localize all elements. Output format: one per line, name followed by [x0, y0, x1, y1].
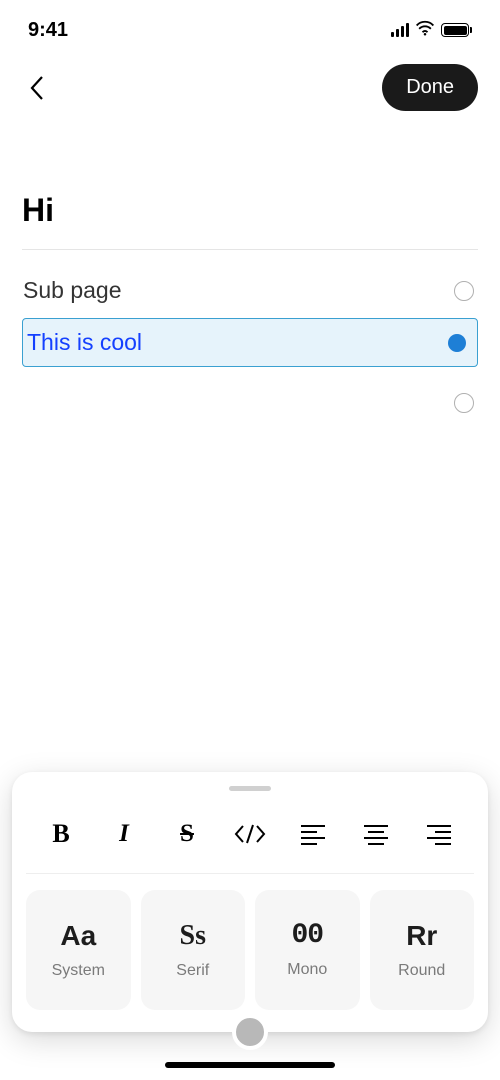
battery-icon [441, 23, 472, 37]
status-bar: 9:41 [0, 0, 500, 50]
home-indicator[interactable] [165, 1062, 335, 1068]
align-left-button[interactable] [290, 817, 336, 851]
list-item-label: Sub page [23, 277, 121, 304]
back-button[interactable] [22, 73, 52, 103]
strikethrough-button[interactable]: S [164, 817, 210, 851]
align-center-button[interactable] [353, 817, 399, 851]
radio-unchecked-icon[interactable] [454, 393, 474, 413]
cellular-icon [391, 23, 410, 37]
font-sample: Aa [60, 920, 96, 952]
format-toolbar: B I S [26, 805, 474, 874]
list-item-empty[interactable] [22, 377, 478, 413]
font-sample: Ss [180, 920, 206, 952]
status-time: 9:41 [28, 19, 68, 42]
status-icons [391, 20, 473, 41]
font-grid: Aa System Ss Serif 00 Mono Rr Round [26, 874, 474, 1010]
code-button[interactable] [227, 817, 273, 851]
drag-handle[interactable] [229, 786, 271, 791]
radio-unchecked-icon[interactable] [454, 281, 474, 301]
font-option-system[interactable]: Aa System [26, 890, 131, 1010]
font-label: System [52, 962, 105, 980]
font-label: Serif [176, 962, 209, 980]
list-item-active[interactable]: This is cool [22, 318, 478, 367]
list-item[interactable]: Sub page [22, 275, 478, 306]
formatting-panel: B I S Aa System Ss Serif [12, 772, 488, 1032]
radio-checked-icon[interactable] [448, 334, 466, 352]
wifi-icon [415, 20, 435, 41]
list-item-label: This is cool [27, 329, 142, 356]
font-option-mono[interactable]: 00 Mono [255, 890, 360, 1010]
italic-button[interactable]: I [101, 817, 147, 851]
done-button[interactable]: Done [382, 64, 478, 111]
font-sample: Rr [406, 920, 437, 952]
assistant-orb[interactable] [232, 1014, 268, 1050]
font-option-serif[interactable]: Ss Serif [141, 890, 246, 1010]
page-title: Hi [22, 192, 478, 229]
page-title-block[interactable]: Hi [22, 125, 478, 250]
font-sample: 00 [291, 920, 323, 951]
align-right-button[interactable] [416, 817, 462, 851]
font-option-round[interactable]: Rr Round [370, 890, 475, 1010]
font-label: Round [398, 962, 445, 980]
nav-bar: Done [0, 50, 500, 125]
font-label: Mono [287, 961, 327, 979]
bold-button[interactable]: B [38, 817, 84, 851]
